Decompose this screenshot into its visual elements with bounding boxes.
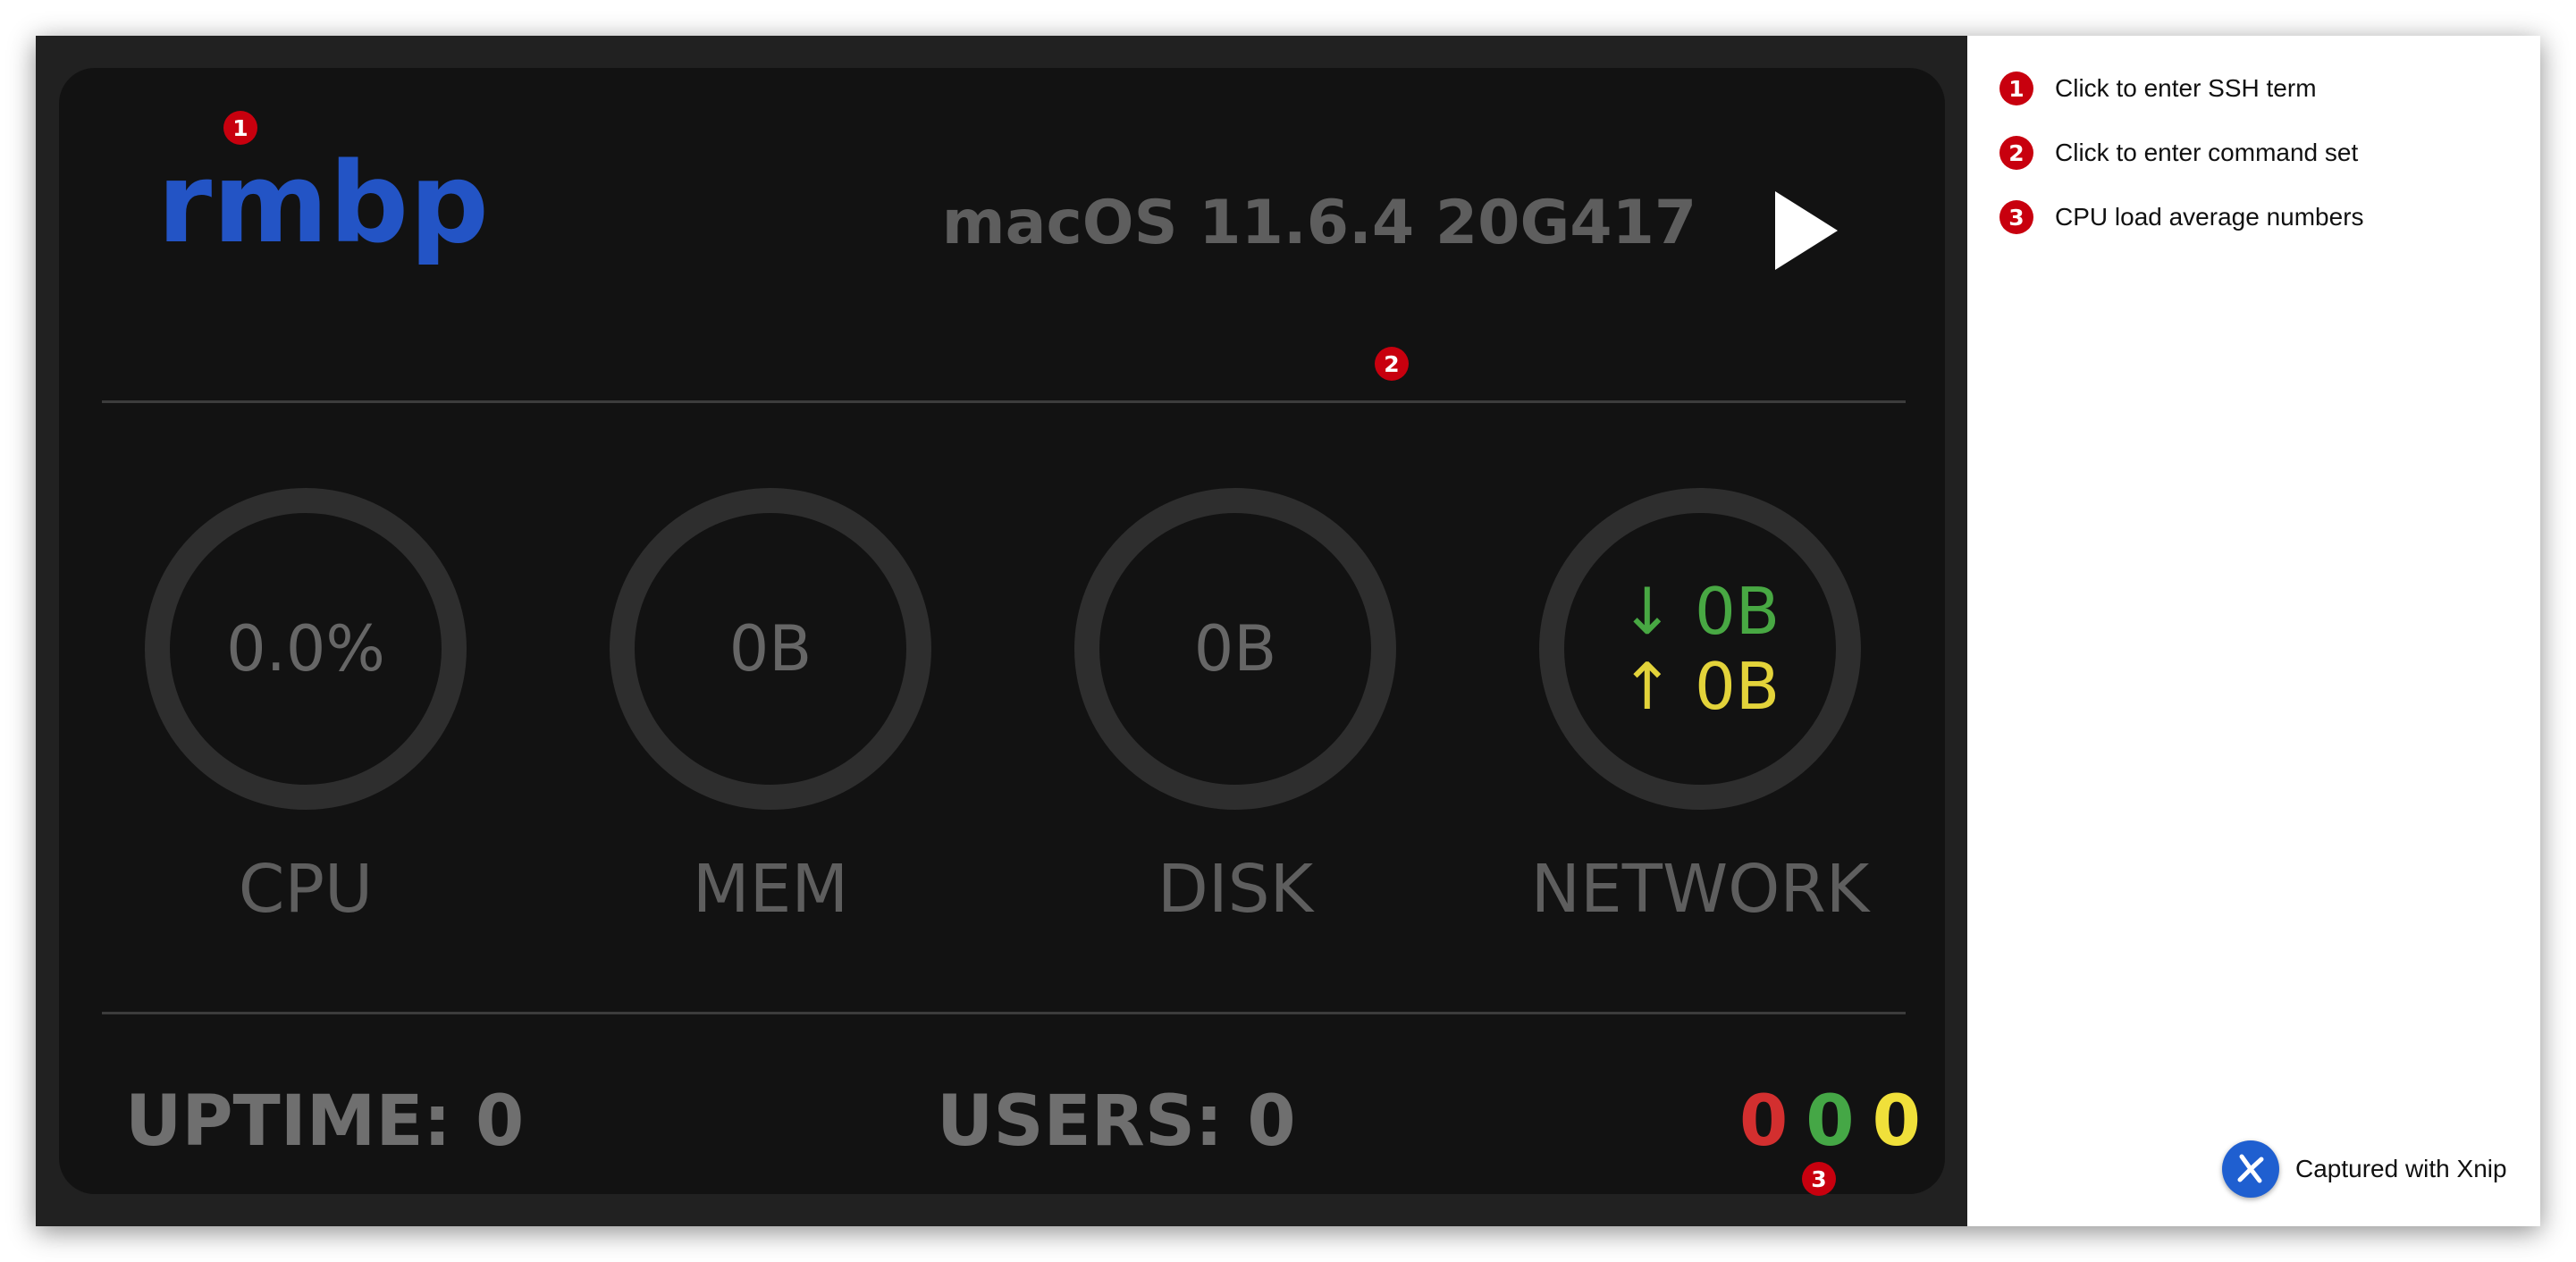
legend-text-1: Click to enter SSH term [2055,74,2317,102]
mem-label: MEM [692,851,849,928]
network-gauge: ↓ 0B ↑ 0B [1539,488,1861,810]
legend-item-3: 3 CPU load average numbers [1999,200,2364,234]
xnip-logo-icon [2222,1140,2279,1198]
hostname-link[interactable]: rmbp [157,148,490,259]
legend-item-2: 2 Click to enter command set [1999,136,2358,170]
network-readout: ↓ 0B ↑ 0B [1621,574,1780,724]
uptime-text: UPTIME: 0 [125,1081,525,1162]
mem-value: 0B [728,612,812,686]
os-version-title[interactable]: macOS 11.6.4 20G417 [926,193,1713,254]
load-average-15m: 0 [1872,1081,1921,1162]
annotation-badge-1: 1 [223,111,257,145]
disk-label: DISK [1157,851,1314,928]
annotation-panel: 1 Click to enter SSH term 2 Click to ent… [1967,36,2540,1226]
users-text: USERS: 0 [937,1081,1296,1162]
load-average-1m: 0 [1739,1081,1789,1162]
load-average-5m: 0 [1806,1081,1855,1162]
annotation-badge-3: 3 [1802,1162,1836,1196]
network-label: NETWORK [1530,851,1870,928]
legend-text-2: Click to enter command set [2055,139,2359,166]
load-average: 000 [1739,1087,1939,1157]
play-icon[interactable] [1775,191,1838,270]
annotation-badge-2: 2 [1375,347,1409,381]
network-down-value: 0B [1695,574,1780,649]
screenshot-frame: rmbp 1 macOS 11.6.4 20G417 2 0.0% CPU 0B… [36,36,2540,1226]
cpu-value: 0.0% [226,612,385,686]
legend-badge-2: 2 [1999,136,2033,170]
cpu-label: CPU [238,851,374,928]
arrow-up-icon: ↑ [1620,649,1675,724]
network-up-value: 0B [1695,649,1780,724]
disk-gauge: 0B [1074,488,1396,810]
legend-badge-1: 1 [1999,72,2033,105]
disk-value: 0B [1193,612,1277,686]
network-up-row: ↑ 0B [1621,649,1780,724]
xnip-logo-glyph [2237,1154,2264,1183]
xnip-watermark: Captured with Xnip [2222,1140,2507,1198]
arrow-down-icon: ↓ [1620,574,1675,649]
footer-divider [102,1012,1906,1014]
legend-text-3: CPU load average numbers [2055,203,2364,231]
cpu-gauge: 0.0% [145,488,467,810]
header-divider [102,400,1906,403]
mem-gauge: 0B [610,488,931,810]
app-background: rmbp 1 macOS 11.6.4 20G417 2 0.0% CPU 0B… [36,36,1967,1226]
legend-badge-3: 3 [1999,200,2033,234]
legend-item-1: 1 Click to enter SSH term [1999,72,2317,105]
watermark-text: Captured with Xnip [2295,1155,2507,1182]
server-card: rmbp 1 macOS 11.6.4 20G417 2 0.0% CPU 0B… [59,68,1945,1196]
network-down-row: ↓ 0B [1621,574,1780,649]
